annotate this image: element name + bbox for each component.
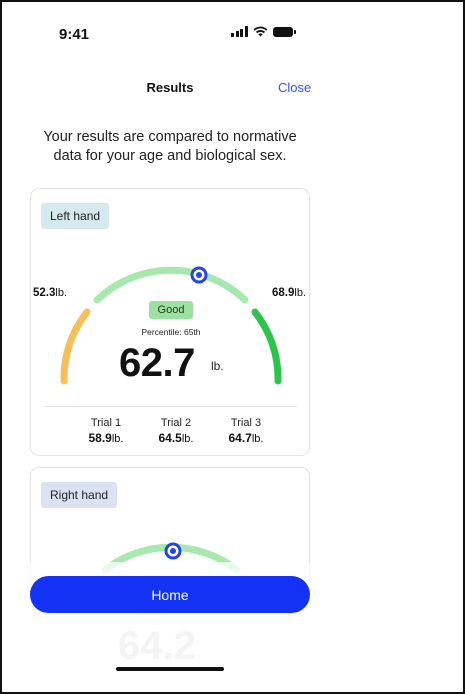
wifi-icon <box>253 26 267 37</box>
range-low-value: 52.3lb. <box>33 287 68 299</box>
home-button[interactable]: Home <box>30 576 310 613</box>
gauge-low-segment <box>60 308 91 385</box>
trial-3: Trial 3 64.7lb. <box>228 417 264 445</box>
status-time: 9:41 <box>59 26 90 43</box>
status-icons <box>231 26 296 37</box>
percentile-text: Percentile: 65th <box>141 327 201 337</box>
trial-2: Trial 2 64.5lb. <box>158 417 194 445</box>
home-indicator <box>116 667 224 671</box>
left-hand-card: Left hand 52.3lb. 68.9lb. Good Percentil… <box>30 188 310 456</box>
trials-row: Trial 1 58.9lb. Trial 2 64.5lb. Trial 3 … <box>71 416 281 447</box>
close-button[interactable]: Close <box>278 80 311 95</box>
intro-text: Your results are compared to normative d… <box>43 129 297 164</box>
result-unit: lb. <box>211 359 224 373</box>
trial-1: Trial 1 58.9lb. <box>88 417 124 445</box>
phone-screen: 9:41 Results Close Your results are comp… <box>0 0 465 694</box>
signal-icon <box>231 26 248 37</box>
card-divider <box>45 406 297 407</box>
gauge-high-segment <box>251 308 282 385</box>
right-result-value: 64.2 <box>118 624 196 668</box>
battery-icon <box>272 26 296 37</box>
gauge-mid-segment <box>93 266 249 304</box>
range-high-value: 68.9lb. <box>271 287 306 299</box>
rating-badge: Good <box>149 301 193 319</box>
result-value: 62.7 <box>119 341 195 385</box>
